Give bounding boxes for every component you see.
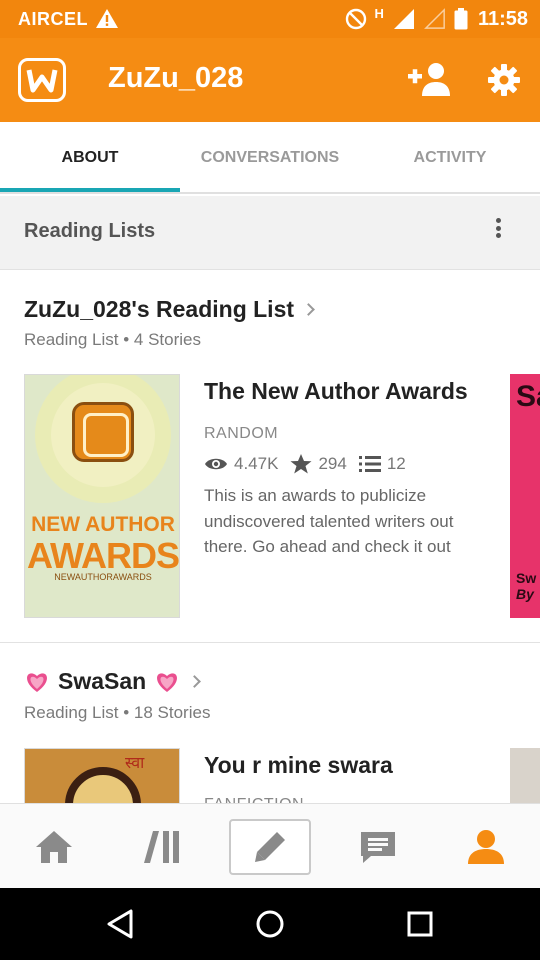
reading-list-subtitle: Reading List • 4 Stories — [24, 330, 201, 349]
eye-icon — [205, 458, 227, 470]
section-title: Reading Lists — [24, 220, 156, 242]
warning-icon — [96, 9, 118, 28]
cover-text: AWARDS — [26, 535, 179, 576]
nav-home[interactable] — [0, 804, 108, 889]
back-icon — [107, 909, 133, 939]
story-category: FANFICTION — [204, 796, 304, 803]
add-user-icon[interactable] — [408, 62, 450, 96]
nav-write[interactable] — [216, 804, 324, 889]
do-not-disturb-icon — [345, 8, 366, 30]
reading-list-title-text: ZuZu_028's Reading List — [24, 296, 295, 322]
battery-icon — [454, 8, 468, 30]
write-button[interactable] — [229, 818, 311, 875]
nav-library[interactable] — [108, 804, 216, 889]
status-bar: AIRCEL H 11:58 — [0, 0, 540, 38]
star-icon — [290, 454, 312, 474]
story-cover[interactable]: NEW AUTHOR AWARDS NEWAUTHORAWARDS — [24, 374, 180, 618]
reading-list-subtitle: Reading List • 18 Stories — [24, 703, 211, 722]
tab-conversations[interactable]: CONVERSATIONS — [180, 122, 360, 194]
story-cover[interactable]: स्वा — [24, 748, 180, 804]
messages-icon — [361, 831, 395, 863]
profile-tabs: ABOUT CONVERSATIONS ACTIVITY — [0, 122, 540, 194]
home-circle-icon — [256, 910, 284, 938]
tab-activity[interactable]: ACTIVITY — [360, 122, 540, 194]
tab-indicator — [0, 188, 180, 192]
carrier-name: AIRCEL — [18, 9, 88, 29]
back-button[interactable] — [98, 902, 142, 946]
story-description: This is an awards to publicize undiscove… — [204, 486, 454, 556]
divider — [0, 642, 540, 643]
reading-list-title[interactable]: ZuZu_028's Reading List — [24, 296, 315, 323]
clock: 11:58 — [477, 7, 528, 30]
profile-username: ZuZu_028 — [108, 62, 244, 94]
votes-count: 294 — [318, 454, 347, 473]
parts-count: 12 — [386, 454, 406, 473]
cover-text: NEW AUTHOR — [31, 513, 175, 536]
network-type: H — [374, 6, 384, 21]
nav-messages[interactable] — [324, 804, 432, 889]
gear-icon[interactable] — [488, 64, 520, 96]
cover-text: स्वा — [125, 755, 145, 772]
story-title[interactable]: You r mine swara — [204, 752, 393, 779]
story-title[interactable]: The New Author Awards — [204, 378, 468, 405]
reading-list-title[interactable]: SwaSan — [24, 668, 202, 695]
system-navigation-bar — [0, 888, 540, 960]
heart-icon — [157, 672, 178, 692]
cover-text: Sa — [516, 380, 540, 413]
profile-icon — [468, 829, 504, 864]
home-button[interactable] — [248, 902, 292, 946]
list-icon — [358, 456, 381, 472]
pencil-icon — [255, 831, 285, 862]
home-icon — [36, 830, 72, 863]
story-stats: 4.47K 294 12 — [204, 452, 418, 476]
story-category: RANDOM — [204, 425, 279, 442]
next-story-cover[interactable] — [510, 748, 540, 804]
reading-lists-header: Reading Lists — [0, 196, 540, 270]
signal-empty-icon — [424, 8, 445, 29]
app-bar: ZuZu_028 — [0, 38, 540, 122]
library-icon — [144, 830, 179, 863]
chevron-right-icon — [302, 303, 315, 316]
cover-text: NEWAUTHORAWARDS — [54, 572, 152, 582]
cover-logo-icon — [72, 402, 134, 462]
next-story-cover[interactable]: Sa Sw By — [510, 374, 540, 618]
recents-button[interactable] — [398, 902, 442, 946]
recents-icon — [407, 911, 433, 937]
cover-text: Sw By — [516, 570, 537, 602]
reads-count: 4.47K — [234, 454, 279, 473]
more-options-icon[interactable] — [486, 214, 510, 242]
bottom-navigation — [0, 803, 540, 888]
reading-list-title-text: SwaSan — [58, 668, 147, 694]
wattpad-logo-icon[interactable] — [18, 58, 66, 102]
signal-icon — [393, 9, 414, 29]
nav-profile[interactable] — [432, 804, 540, 889]
heart-icon — [27, 672, 47, 692]
chevron-right-icon — [188, 675, 202, 688]
tab-about[interactable]: ABOUT — [0, 122, 180, 194]
